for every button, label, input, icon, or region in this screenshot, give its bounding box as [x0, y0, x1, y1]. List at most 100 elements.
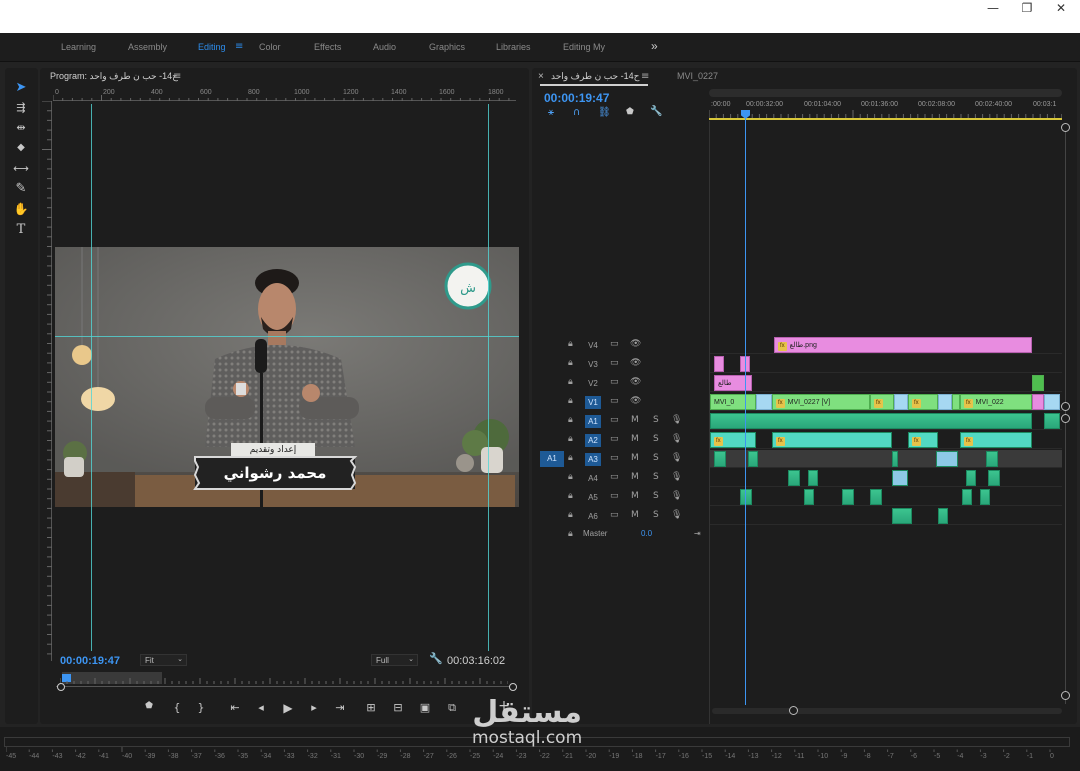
track-lane-a3[interactable]: [710, 450, 1062, 468]
track-lane-v2[interactable]: طالع: [710, 374, 1062, 392]
workspace-tab-libraries[interactable]: Libraries: [496, 42, 531, 52]
audio-clip[interactable]: [892, 451, 898, 467]
clip[interactable]: [756, 394, 772, 410]
sequence-menu-icon[interactable]: ≡: [641, 71, 649, 82]
sync-lock-icon[interactable]: ▭: [610, 453, 619, 463]
export-frame-icon[interactable]: ▣: [417, 701, 433, 714]
mute-button[interactable]: M: [631, 453, 639, 463]
audio-clip[interactable]: [748, 451, 758, 467]
track-label-v3[interactable]: V3: [585, 358, 601, 371]
audio-clip[interactable]: fx: [908, 432, 938, 448]
lock-icon[interactable]: 🔒︎: [568, 529, 573, 539]
step-forward-icon[interactable]: ▸: [306, 701, 322, 714]
audio-clip[interactable]: [986, 451, 998, 467]
track-lane-a4[interactable]: [710, 469, 1062, 487]
workspace-tab-audio[interactable]: Audio: [373, 42, 396, 52]
program-monitor-title[interactable]: Program: ح14- حب ن طرف واحد: [50, 71, 178, 82]
zoom-scrollbar[interactable]: [56, 686, 514, 687]
clip-title[interactable]: طالع: [714, 375, 752, 391]
sequence-tab-mvi-0227[interactable]: MVI_0227: [677, 71, 718, 81]
track-label-a4[interactable]: A4: [585, 472, 601, 485]
track-lane-a1[interactable]: [710, 412, 1062, 430]
scrollbar-handle[interactable]: [1061, 414, 1070, 423]
audio-clip[interactable]: [740, 489, 752, 505]
lock-icon[interactable]: 🔒︎: [568, 434, 573, 444]
track-lane-v4[interactable]: fx طالع.png: [710, 336, 1062, 354]
sync-lock-icon[interactable]: ▭: [610, 358, 619, 368]
clip[interactable]: fx: [870, 394, 894, 410]
audio-clip[interactable]: [892, 470, 908, 486]
timeline-time-ruler[interactable]: :00:00 00:00:32:00 00:01:04:00 00:01:36:…: [709, 86, 1062, 121]
hand-tool-icon[interactable]: ✋: [10, 200, 32, 218]
close-sequence-tab-icon[interactable]: ×: [538, 71, 544, 82]
ripple-edit-tool-icon[interactable]: ⇹: [10, 119, 32, 137]
solo-button[interactable]: S: [653, 472, 659, 482]
track-lane-a2[interactable]: fx fx fx fx: [710, 431, 1062, 449]
clip-mvi-0[interactable]: MVI_0: [710, 394, 756, 410]
track-label-a1[interactable]: A1: [585, 415, 601, 428]
clip-png[interactable]: fx طالع.png: [774, 337, 1032, 353]
track-select-tool-icon[interactable]: ⇶: [10, 99, 32, 117]
sync-lock-icon[interactable]: ▭: [610, 510, 619, 520]
clip[interactable]: [714, 356, 724, 372]
microphone-icon[interactable]: 🎙︎: [671, 434, 682, 444]
zoom-scrollbar-handle-right[interactable]: [509, 683, 517, 691]
lock-icon[interactable]: 🔒︎: [568, 510, 573, 520]
horizontal-scrollbar[interactable]: [712, 708, 1062, 714]
microphone-icon[interactable]: 🎙︎: [671, 415, 682, 425]
audio-clip[interactable]: [936, 451, 958, 467]
eye-icon[interactable]: 👁︎: [630, 396, 641, 406]
lift-icon[interactable]: ⊞: [363, 701, 379, 714]
razor-tool-icon[interactable]: ◆: [10, 139, 32, 157]
lock-icon[interactable]: 🔒︎: [568, 453, 573, 463]
snap-icon[interactable]: ∩: [573, 107, 580, 118]
maximize-button[interactable]: ❐: [1010, 0, 1044, 16]
mute-button[interactable]: M: [631, 415, 639, 425]
work-area-bar[interactable]: [709, 118, 1062, 120]
horizontal-scrollbar-handle[interactable]: [789, 706, 798, 715]
track-label-v4[interactable]: V4: [585, 339, 601, 352]
track-label-a6[interactable]: A6: [585, 510, 601, 523]
solo-button[interactable]: S: [653, 415, 659, 425]
mute-button[interactable]: M: [631, 510, 639, 520]
sync-lock-icon[interactable]: ▭: [610, 377, 619, 387]
sync-lock-icon[interactable]: ▭: [610, 339, 619, 349]
linked-selection-icon[interactable]: ⛓: [598, 107, 611, 118]
timeline-playhead-line[interactable]: [745, 119, 746, 705]
microphone-icon[interactable]: 🎙︎: [671, 453, 682, 463]
solo-button[interactable]: S: [653, 434, 659, 444]
audio-clip[interactable]: [804, 489, 814, 505]
microphone-icon[interactable]: 🎙︎: [671, 491, 682, 501]
audio-clip[interactable]: [988, 470, 1000, 486]
scrollbar-handle[interactable]: [1061, 402, 1070, 411]
audio-clip[interactable]: fx: [710, 432, 756, 448]
zoom-scrollbar-handle-left[interactable]: [57, 683, 65, 691]
workspace-tab-assembly[interactable]: Assembly: [128, 42, 167, 52]
guide-line-horizontal[interactable]: [55, 336, 519, 337]
play-icon[interactable]: ▶: [280, 701, 296, 715]
workspace-tab-learning[interactable]: Learning: [61, 42, 96, 52]
clip[interactable]: [1032, 394, 1044, 410]
master-volume-value[interactable]: 0.0: [641, 529, 652, 538]
eye-icon[interactable]: 👁︎: [630, 339, 641, 349]
mute-button[interactable]: M: [631, 434, 639, 444]
workspace-tab-graphics[interactable]: Graphics: [429, 42, 465, 52]
audio-clip[interactable]: fx: [772, 432, 892, 448]
playback-resolution-dropdown[interactable]: Full ⌄: [371, 654, 418, 666]
track-lane-a5[interactable]: [710, 488, 1062, 506]
comparison-view-icon[interactable]: ⧉: [444, 701, 460, 715]
minimize-button[interactable]: —: [976, 0, 1010, 16]
lock-icon[interactable]: 🔒︎: [568, 358, 573, 368]
extract-icon[interactable]: ⊟: [390, 701, 406, 714]
timeline-settings-wrench-icon[interactable]: 🔧: [650, 106, 662, 117]
solo-button[interactable]: S: [653, 510, 659, 520]
mute-button[interactable]: M: [631, 472, 639, 482]
add-marker-icon[interactable]: ⬟: [141, 701, 157, 711]
track-lane-a6[interactable]: [710, 507, 1062, 525]
program-video-frame[interactable]: ش إعداد وتقديم محمد رشواني: [55, 247, 519, 507]
workspace-tab-editing[interactable]: Editing: [198, 42, 226, 52]
audio-clip[interactable]: [788, 470, 800, 486]
eye-icon[interactable]: 👁︎: [630, 377, 641, 387]
solo-button[interactable]: S: [653, 491, 659, 501]
sequence-tab[interactable]: ح14- حب ن طرف واحد: [551, 71, 639, 82]
